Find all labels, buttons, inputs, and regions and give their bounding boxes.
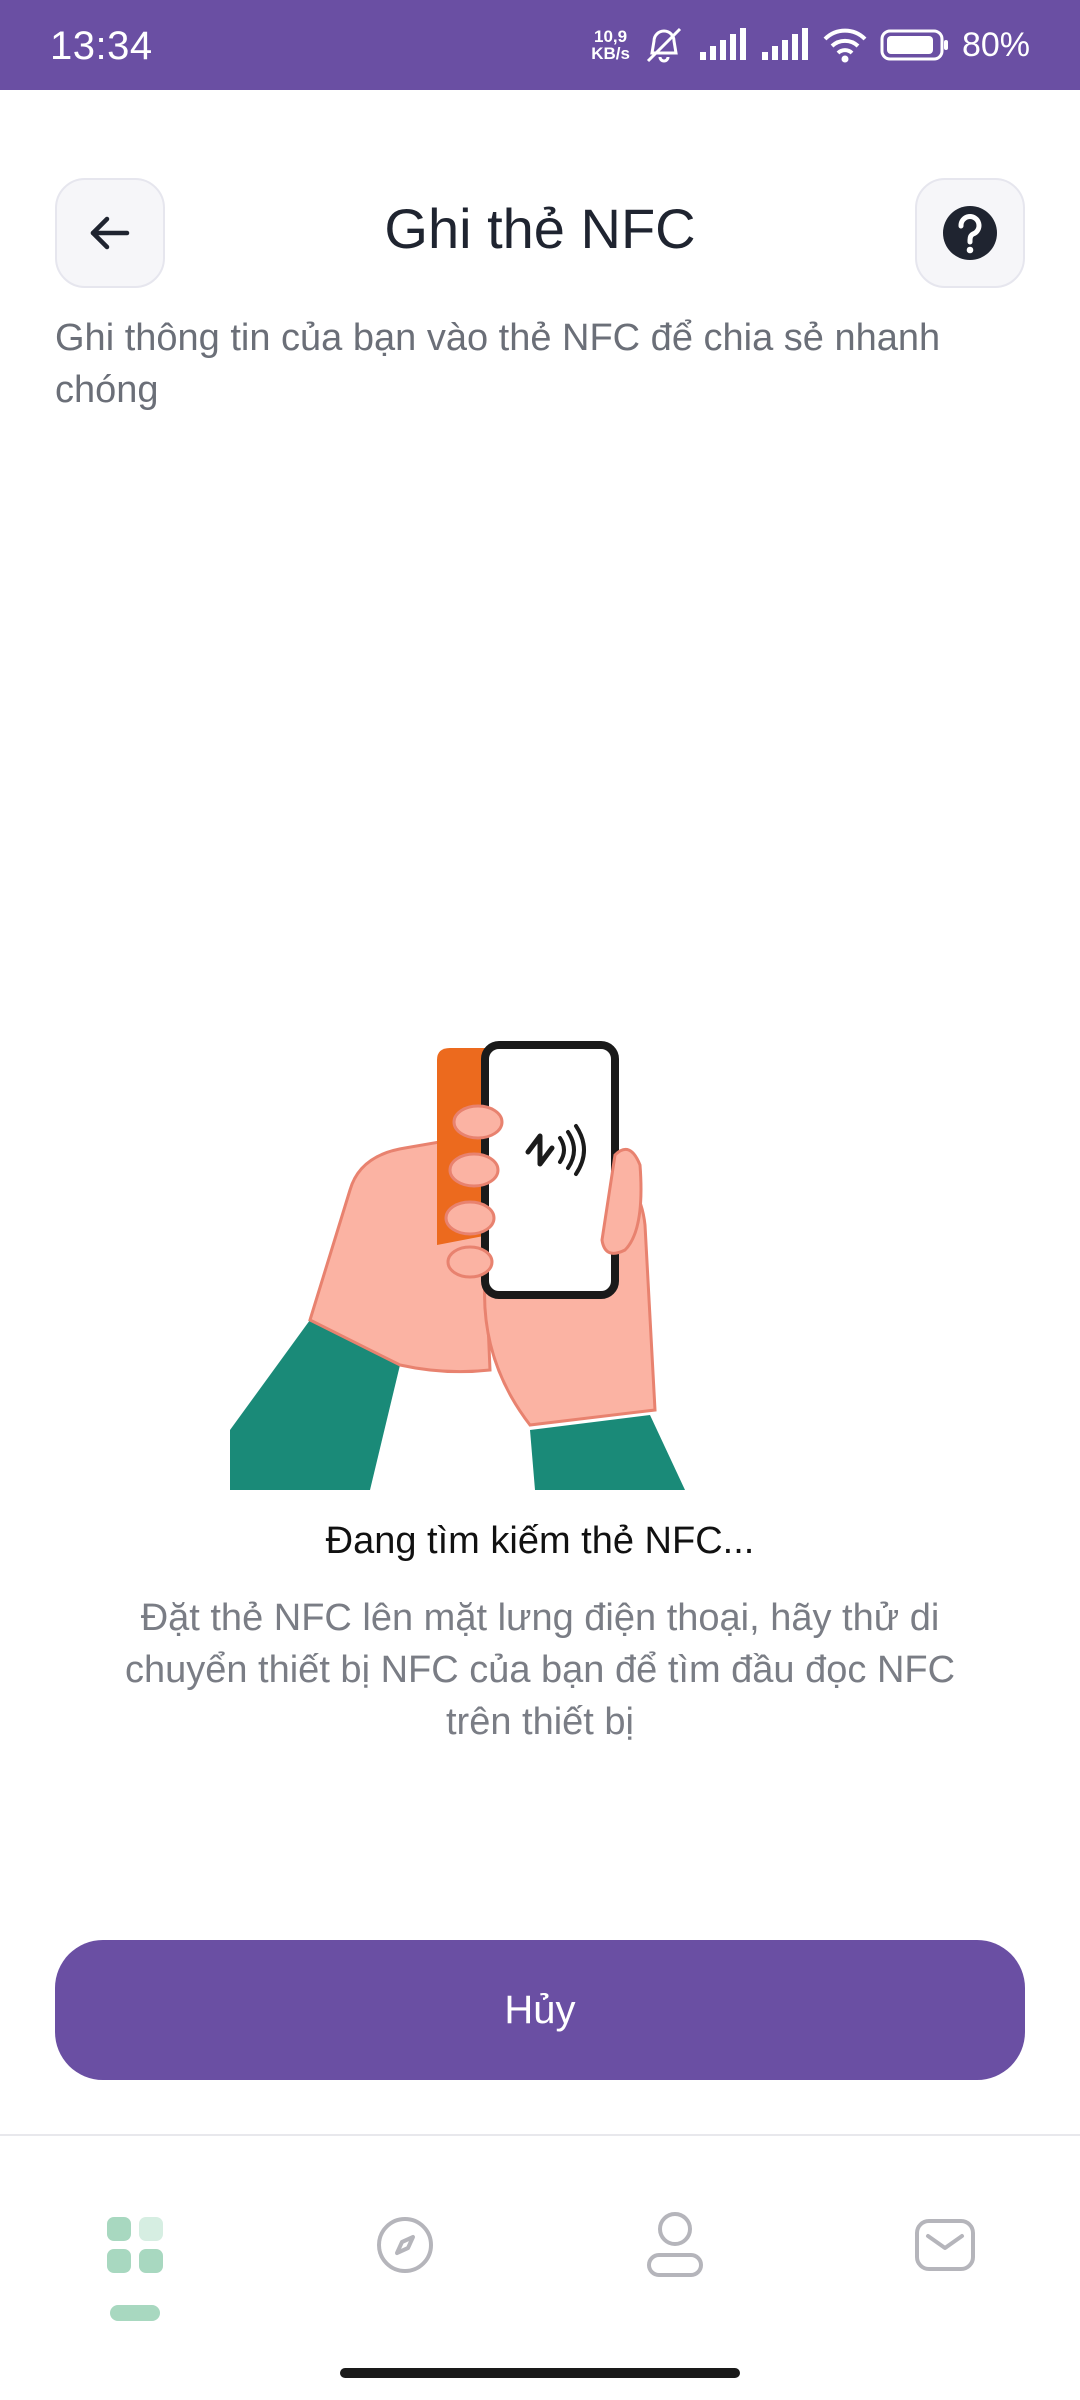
bottom-nav-divider: [0, 2134, 1080, 2136]
battery-icon: [880, 29, 948, 61]
instructions-text: Đặt thẻ NFC lên mặt lưng điện thoại, hãy…: [124, 1597, 956, 1743]
home-indicator[interactable]: [340, 2368, 740, 2378]
status-bar: 13:34 10,9 KB/s 80%: [0, 0, 1080, 90]
wifi-icon: [823, 28, 867, 63]
question-circle-icon: [943, 206, 997, 260]
page-title: Ghi thẻ NFC: [384, 197, 696, 260]
compass-icon: [377, 2217, 433, 2273]
cancel-button[interactable]: Hủy: [55, 1940, 1025, 2080]
network-speed: 10,9 KB/s: [591, 28, 630, 62]
mail-icon: [915, 2219, 975, 2271]
network-speed-value: 10,9: [594, 27, 628, 46]
help-button[interactable]: [915, 178, 1025, 288]
signal-icon: [699, 28, 746, 60]
nav-item-profile[interactable]: [635, 2210, 715, 2280]
nav-item-explore[interactable]: [365, 2210, 445, 2280]
nav-item-messages[interactable]: [905, 2210, 985, 2280]
page-subtitle: Ghi thông tin của bạn vào thẻ NFC để chi…: [55, 317, 941, 411]
arrow-left-icon: [90, 216, 130, 250]
user-icon: [647, 2212, 703, 2277]
nav-active-indicator: [110, 2305, 160, 2321]
nfc-illustration: [230, 1041, 685, 1490]
signal-icon: [761, 28, 808, 60]
alarm-off-icon: [646, 27, 681, 63]
grid-icon: [107, 2217, 163, 2273]
back-button[interactable]: [55, 178, 165, 288]
status-time: 13:34: [50, 24, 153, 68]
network-speed-unit: KB/s: [591, 44, 630, 63]
status-icons: 10,9 KB/s 80%: [591, 22, 1030, 68]
battery-percent: 80%: [961, 25, 1030, 64]
search-status: Đang tìm kiếm thẻ NFC...: [325, 1520, 755, 1562]
nav-item-home[interactable]: [95, 2210, 175, 2280]
